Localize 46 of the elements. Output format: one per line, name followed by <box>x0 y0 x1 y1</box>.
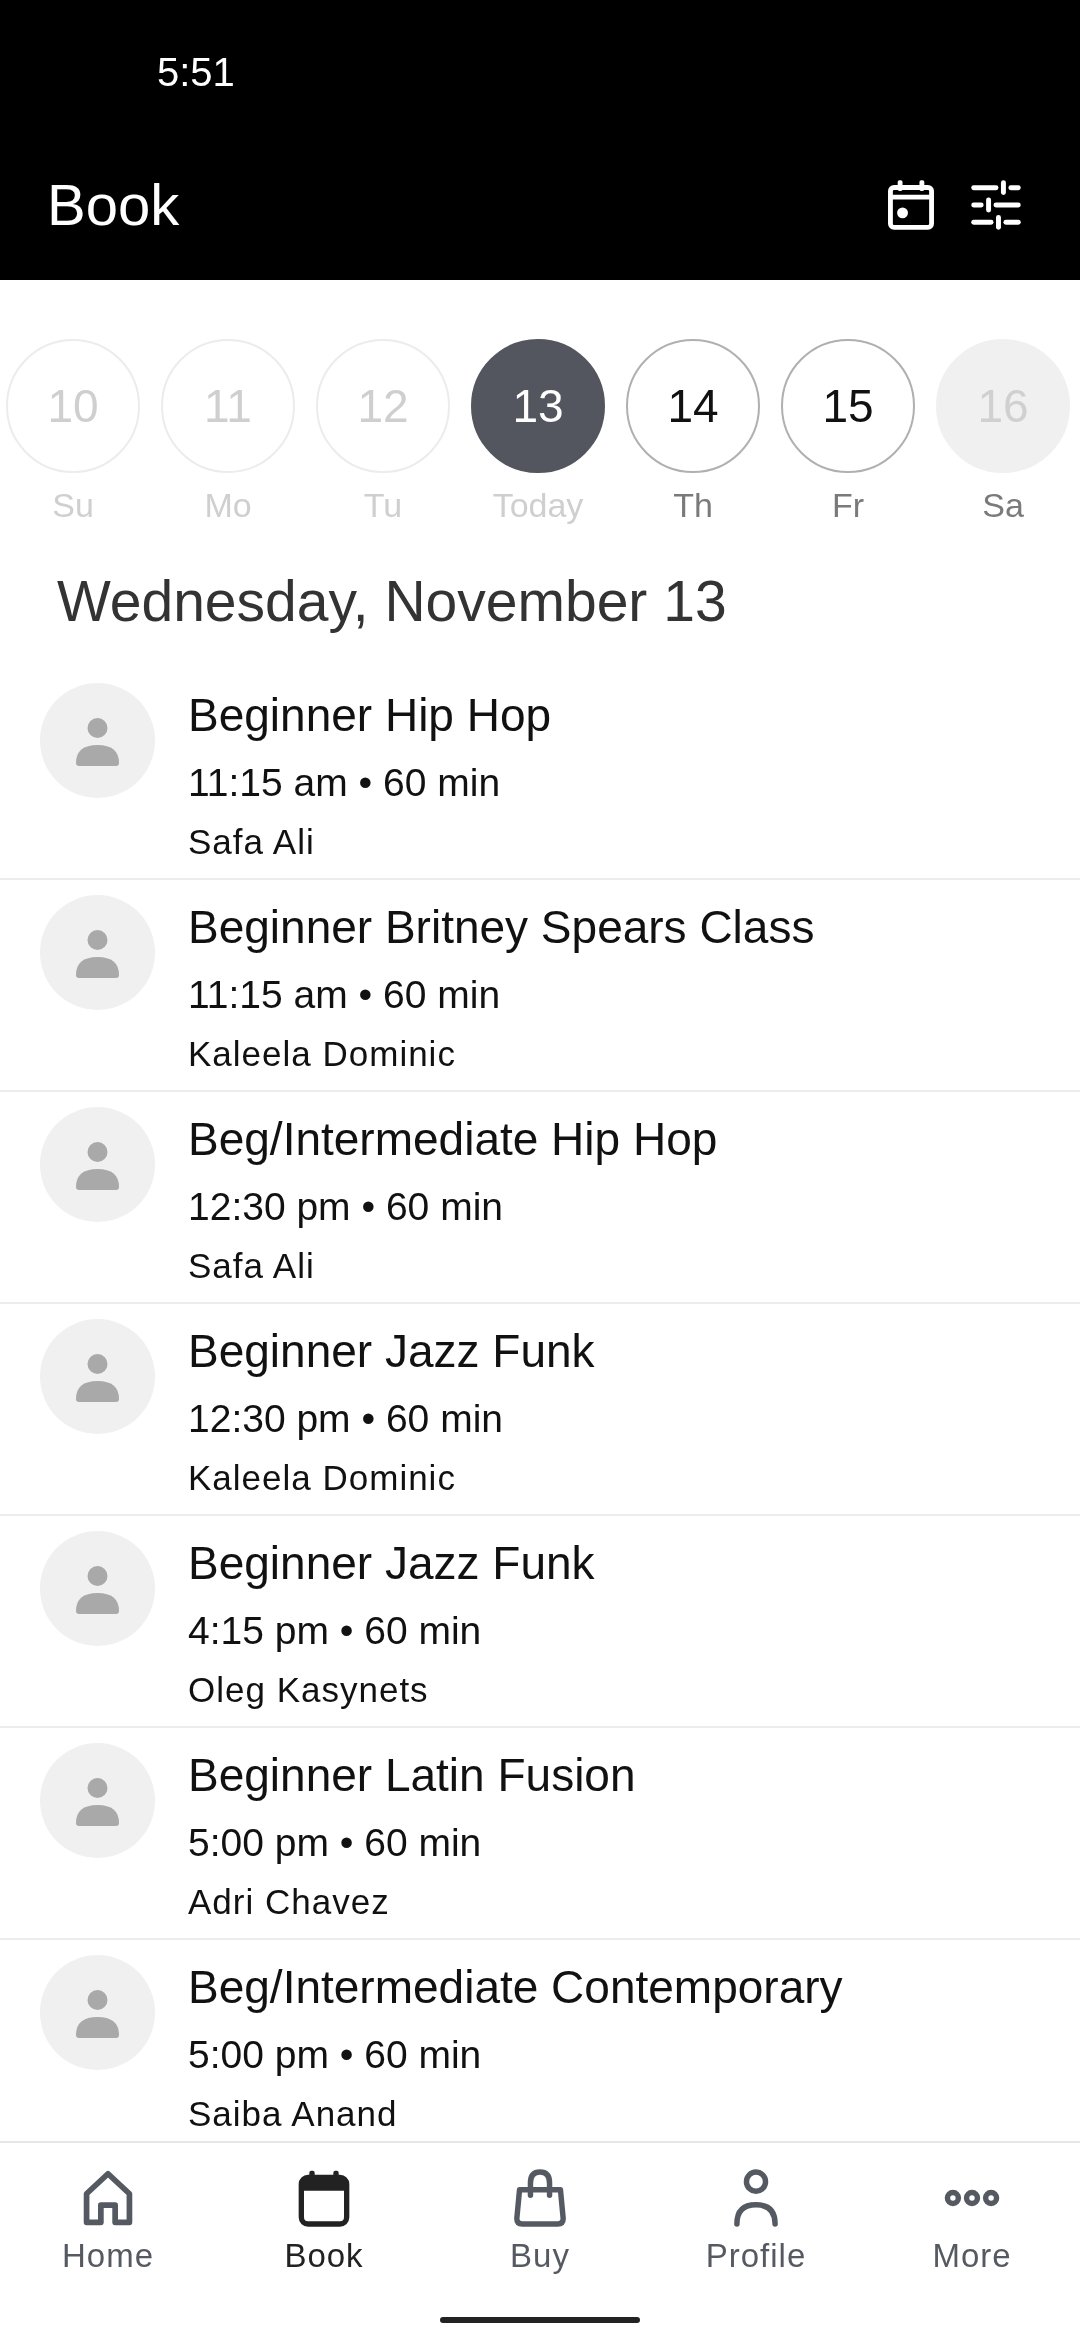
class-title: Beginner Britney Spears Class <box>188 900 815 955</box>
filter-button[interactable] <box>970 179 1022 231</box>
class-time: 11:15 am • 60 min <box>188 760 502 806</box>
instructor-name: Kaleela Dominic <box>188 1033 457 1075</box>
date-heading: Wednesday, November 13 <box>57 568 728 635</box>
avatar-icon <box>40 1743 155 1858</box>
avatar-icon <box>40 1319 155 1434</box>
nav-tab[interactable]: Home <box>0 2143 216 2278</box>
avatar-icon <box>40 895 155 1010</box>
class-title: Beg/Intermediate Hip Hop <box>188 1112 718 1167</box>
instructor-name: Saiba Anand <box>188 2093 399 2135</box>
class-time: 4:15 pm • 60 min <box>188 1608 483 1654</box>
date-button[interactable]: 14 <box>626 339 760 473</box>
instructor-name: Kaleela Dominic <box>188 1457 457 1499</box>
instructor-name: Oleg Kasynets <box>188 1669 430 1711</box>
avatar-icon <box>40 1531 155 1646</box>
instructor-name: Safa Ali <box>188 1245 316 1287</box>
instructor-name: Safa Ali <box>188 821 316 863</box>
nav-tab[interactable]: Book <box>216 2143 432 2278</box>
date-button[interactable]: 15 <box>781 339 915 473</box>
instructor-name: Adri Chavez <box>188 1881 391 1923</box>
weekday-label: Fr <box>831 485 865 526</box>
weekday-label: Sa <box>982 485 1024 526</box>
class-time: 12:30 pm • 60 min <box>188 1396 504 1442</box>
date-button[interactable]: 13 <box>471 339 605 473</box>
sliders-icon <box>970 179 1022 231</box>
weekday-label: Th <box>673 485 713 526</box>
class-time: 11:15 am • 60 min <box>188 972 502 1018</box>
nav-tab[interactable]: Profile <box>648 2143 864 2278</box>
avatar-icon <box>40 1107 155 1222</box>
class-title: Beginner Jazz Funk <box>188 1324 595 1379</box>
class-time: 5:00 pm • 60 min <box>188 2032 483 2078</box>
class-title: Beginner Jazz Funk <box>188 1536 595 1591</box>
nav-tab[interactable]: More <box>864 2143 1080 2278</box>
avatar-icon <box>40 1955 155 2070</box>
avatar-icon <box>40 683 155 798</box>
class-title: Beginner Hip Hop <box>188 688 552 743</box>
class-time: 12:30 pm • 60 min <box>188 1184 504 1230</box>
class-title: Beginner Latin Fusion <box>188 1748 636 1803</box>
class-time: 5:00 pm • 60 min <box>188 1820 483 1866</box>
page-title: Book <box>47 171 180 239</box>
status-time: 5:51 <box>157 49 235 96</box>
calendar-icon <box>885 179 937 231</box>
nav-tab[interactable]: Buy <box>432 2143 648 2278</box>
class-title: Beg/Intermediate Contemporary <box>188 1960 843 2015</box>
calendar-button[interactable] <box>885 179 937 231</box>
